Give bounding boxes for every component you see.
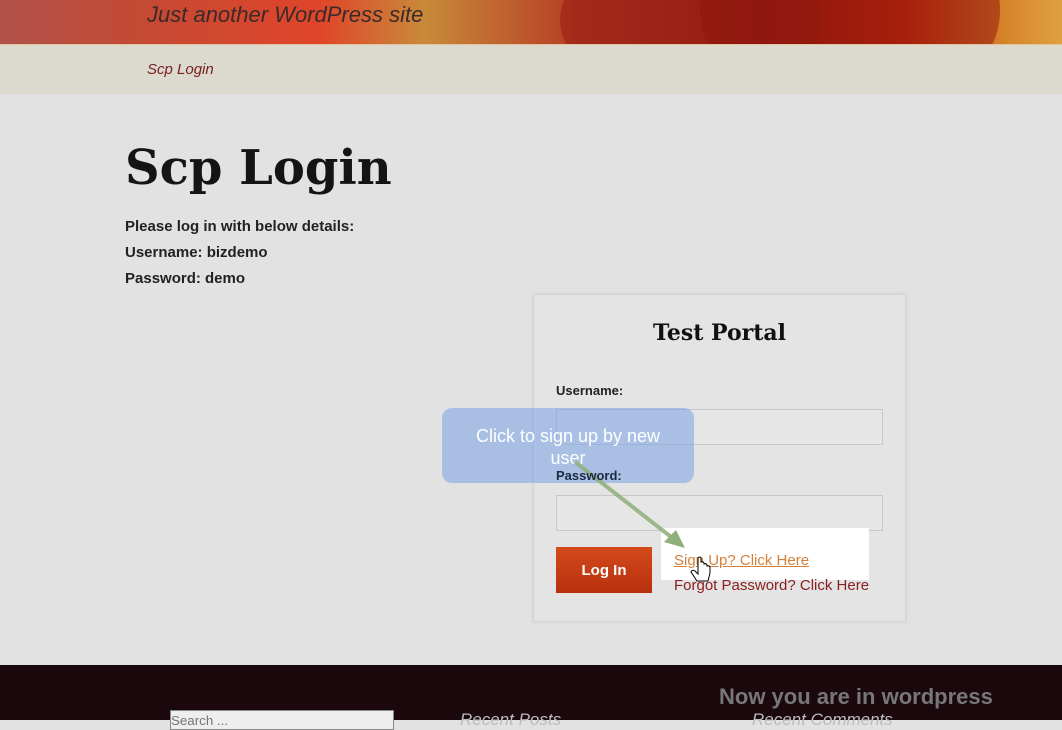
- password-label: Password:: [556, 468, 622, 483]
- instructions-password: Password: demo: [125, 270, 246, 287]
- site-header-banner: Just another WordPress site: [0, 0, 1062, 44]
- login-button[interactable]: Log In: [556, 547, 652, 593]
- forgot-password-link[interactable]: Forgot Password? Click Here: [674, 577, 869, 594]
- main-nav: Scp Login: [0, 44, 1062, 94]
- page-title: Scp Login: [125, 140, 392, 196]
- instructions-username: Username: bizdemo: [125, 244, 268, 261]
- site-tagline: Just another WordPress site: [147, 2, 424, 27]
- password-input[interactable]: [556, 495, 883, 531]
- portal-title: Test Portal: [652, 320, 787, 346]
- tutorial-overlay-text: Now you are in wordpress: [719, 684, 993, 709]
- login-instructions: Please log in with below details: Userna…: [125, 214, 354, 292]
- nav-item-scp-login[interactable]: Scp Login: [147, 61, 214, 78]
- signup-link[interactable]: Sign Up? Click Here: [674, 552, 809, 569]
- username-label: Username:: [556, 383, 624, 398]
- instructions-line: Please log in with below details:: [125, 218, 355, 235]
- recent-posts-heading: Recent Posts: [460, 710, 562, 729]
- recent-comments-heading: Recent Comments: [752, 710, 893, 729]
- footer-search-input[interactable]: [170, 710, 394, 730]
